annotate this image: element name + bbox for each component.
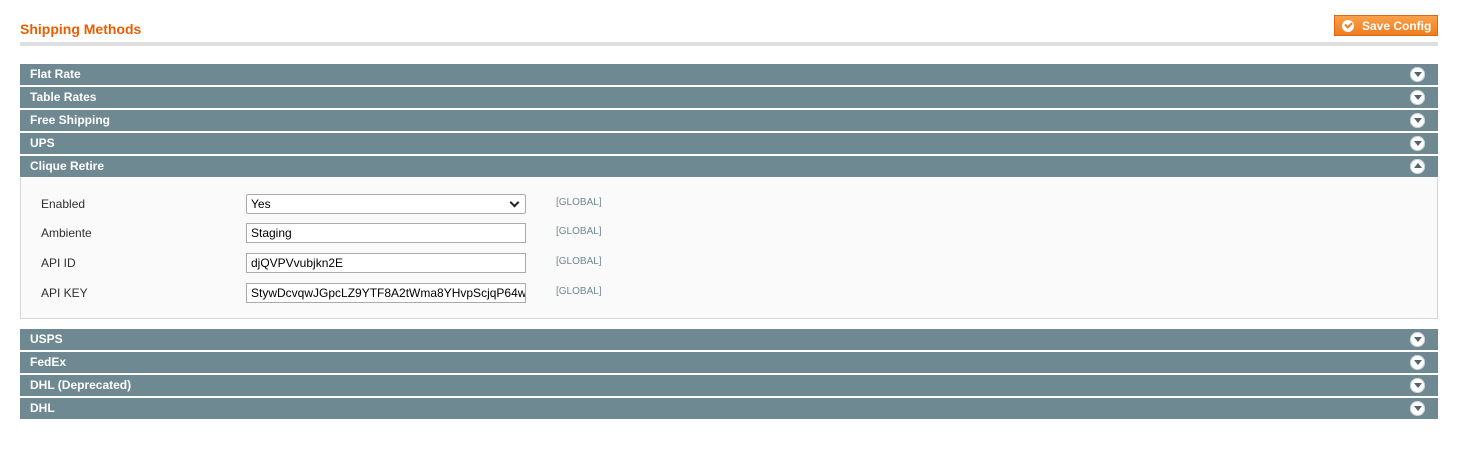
- expand-icon[interactable]: [1410, 67, 1425, 82]
- section-label: FedEx: [30, 355, 67, 369]
- field-row-api-id: API ID djQVPVvubjkn2E [GLOBAL]: [21, 253, 1437, 273]
- expand-icon[interactable]: [1410, 378, 1425, 393]
- section-label: USPS: [30, 332, 63, 346]
- expand-icon[interactable]: [1410, 332, 1425, 347]
- section-label: Clique Retire: [30, 159, 105, 173]
- page-header: Shipping Methods Save Config: [20, 14, 1438, 46]
- scope-label: [GLOBAL]: [556, 226, 602, 237]
- check-circle-icon: [1342, 19, 1354, 32]
- expand-icon[interactable]: [1410, 401, 1425, 416]
- section-dhl[interactable]: DHL: [20, 398, 1438, 419]
- scope-label: [GLOBAL]: [556, 256, 602, 267]
- field-label: API ID: [41, 256, 76, 270]
- field-label: API KEY: [41, 286, 88, 300]
- api-key-input[interactable]: StywDcvqwJGpcLZ9YTF8A2tWma8YHvpScjqP64w: [246, 283, 526, 303]
- section-label: DHL (Deprecated): [30, 378, 132, 392]
- section-label: Table Rates: [30, 90, 97, 104]
- section-label: Free Shipping: [30, 113, 111, 127]
- scope-label: [GLOBAL]: [556, 286, 602, 297]
- field-label: Enabled: [41, 197, 86, 211]
- collapse-icon[interactable]: [1410, 159, 1425, 174]
- section-clique-retire[interactable]: Clique Retire: [20, 156, 1438, 177]
- api-id-input[interactable]: djQVPVvubjkn2E: [246, 253, 526, 273]
- expand-icon[interactable]: [1410, 113, 1425, 128]
- section-clique-retire-body: Enabled Yes [GLOBAL] Ambiente Staging [G…: [20, 178, 1438, 319]
- field-row-ambiente: Ambiente Staging [GLOBAL]: [21, 223, 1437, 243]
- chevron-down-icon: [509, 197, 520, 207]
- section-label: UPS: [30, 136, 55, 150]
- section-fedex[interactable]: FedEx: [20, 352, 1438, 373]
- section-free-shipping[interactable]: Free Shipping: [20, 110, 1438, 131]
- expand-icon[interactable]: [1410, 90, 1425, 105]
- save-config-button[interactable]: Save Config: [1334, 15, 1438, 36]
- section-ups[interactable]: UPS: [20, 133, 1438, 154]
- save-config-label: Save Config: [1362, 18, 1432, 33]
- field-row-enabled: Enabled Yes [GLOBAL]: [21, 194, 1437, 214]
- field-row-api-key: API KEY StywDcvqwJGpcLZ9YTF8A2tWma8YHvpS…: [21, 283, 1437, 303]
- expand-icon[interactable]: [1410, 136, 1425, 151]
- ambiente-input[interactable]: Staging: [246, 223, 526, 243]
- section-usps[interactable]: USPS: [20, 329, 1438, 350]
- field-label: Ambiente: [41, 226, 92, 240]
- expand-icon[interactable]: [1410, 355, 1425, 370]
- page-title: Shipping Methods: [20, 21, 142, 37]
- section-label: DHL: [30, 401, 55, 415]
- section-flat-rate[interactable]: Flat Rate: [20, 64, 1438, 85]
- enabled-select-value: Yes: [251, 197, 271, 211]
- section-dhl-deprecated[interactable]: DHL (Deprecated): [20, 375, 1438, 396]
- section-table-rates[interactable]: Table Rates: [20, 87, 1438, 108]
- section-label: Flat Rate: [30, 67, 81, 81]
- enabled-select[interactable]: Yes: [246, 194, 526, 214]
- scope-label: [GLOBAL]: [556, 197, 602, 208]
